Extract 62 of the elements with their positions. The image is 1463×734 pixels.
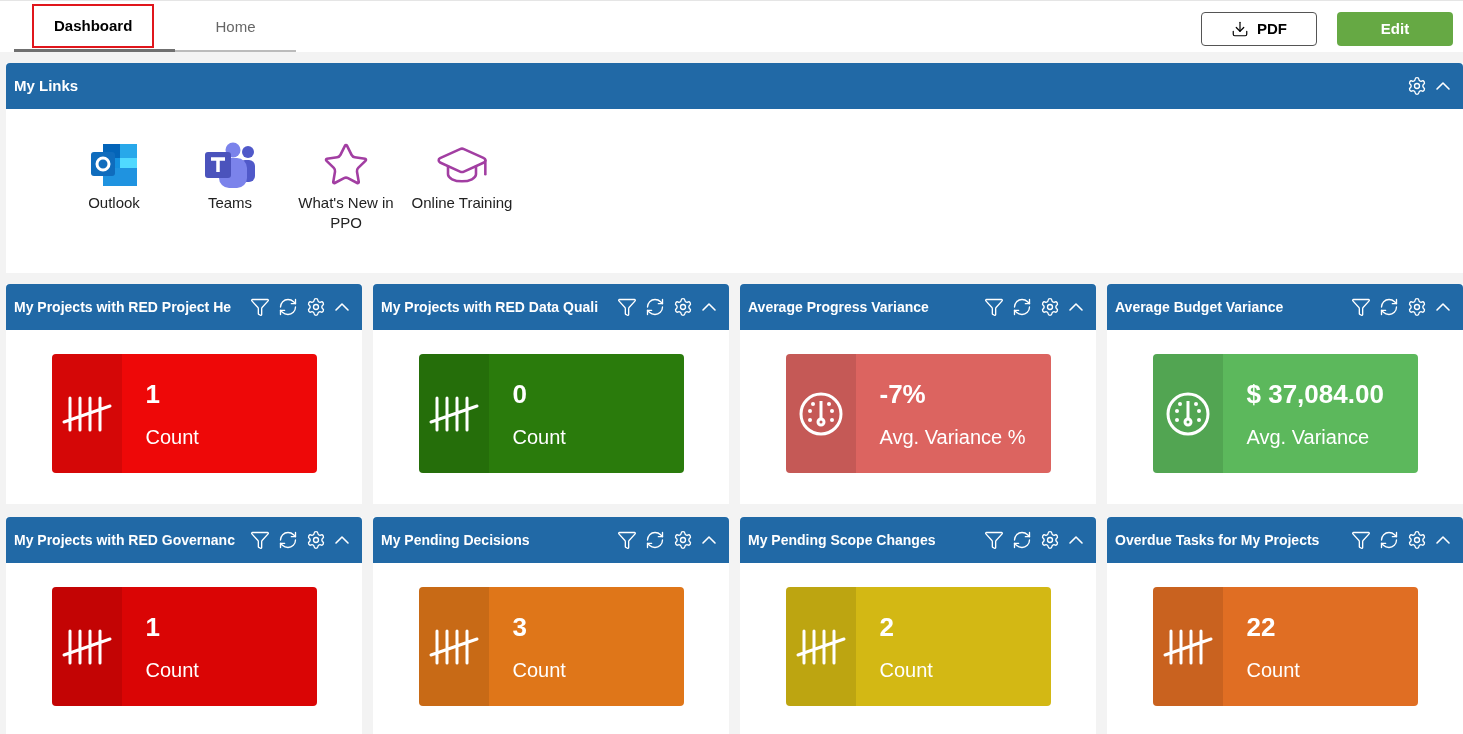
gauge-icon: [1164, 390, 1211, 437]
kpi-value: 0: [512, 380, 528, 407]
kpi-value: 1: [145, 613, 161, 640]
widget-title: My Projects with RED Data Quali: [381, 297, 599, 317]
filter-icon[interactable]: [250, 530, 270, 550]
kpi-caption: Count: [1246, 659, 1300, 680]
widget-title: Overdue Tasks for My Projects: [1115, 530, 1320, 550]
settings-icon[interactable]: [1407, 76, 1427, 96]
refresh-icon[interactable]: [1379, 297, 1399, 317]
link-tile[interactable]: Outlook: [56, 139, 172, 233]
filter-icon[interactable]: [1351, 530, 1371, 550]
filter-icon[interactable]: [617, 297, 637, 317]
settings-icon[interactable]: [1040, 297, 1060, 317]
kpi-caption: Count: [512, 659, 566, 680]
refresh-icon[interactable]: [278, 530, 298, 550]
kpi-caption: Avg. Variance: [1246, 426, 1371, 447]
link-tile[interactable]: Teams: [172, 139, 288, 233]
kpi-value: 3: [512, 613, 528, 640]
widget-title: Average Budget Variance: [1115, 297, 1284, 317]
refresh-icon[interactable]: [278, 297, 298, 317]
link-tile[interactable]: What's New in PPO: [288, 139, 404, 233]
download-icon: [1231, 20, 1249, 38]
link-tile[interactable]: Online Training: [404, 139, 520, 233]
refresh-icon[interactable]: [645, 530, 665, 550]
settings-icon[interactable]: [673, 530, 693, 550]
kpi-caption: Count: [879, 659, 933, 680]
tab[interactable]: Home: [215, 5, 256, 49]
widget-title: My Projects with RED Project He: [14, 297, 232, 317]
kpi-caption: Count: [512, 426, 566, 447]
filter-icon[interactable]: [617, 530, 637, 550]
kpi-caption: Count: [145, 659, 199, 680]
chat-app-icon: [203, 142, 257, 188]
filter-icon[interactable]: [250, 297, 270, 317]
widget-title: My Pending Decisions: [381, 530, 530, 550]
kpi-caption: Avg. Variance %: [879, 426, 1026, 447]
settings-icon[interactable]: [306, 297, 326, 317]
settings-icon[interactable]: [1407, 530, 1427, 550]
kpi-value: $ 37,084.00: [1246, 380, 1384, 407]
pdf-button[interactable]: PDF: [1201, 12, 1317, 46]
refresh-icon[interactable]: [1012, 297, 1032, 317]
gauge-icon: [797, 390, 844, 437]
widget-title: My Projects with RED Governanc: [14, 530, 235, 550]
widget-title: My Pending Scope Changes: [748, 530, 936, 550]
refresh-icon[interactable]: [1012, 530, 1032, 550]
kpi-value: 22: [1246, 613, 1277, 640]
filter-icon[interactable]: [984, 530, 1004, 550]
refresh-icon[interactable]: [645, 297, 665, 317]
settings-icon[interactable]: [1407, 297, 1427, 317]
mail-app-icon: [89, 142, 139, 188]
kpi-value: 1: [145, 380, 161, 407]
settings-icon[interactable]: [1040, 530, 1060, 550]
refresh-icon[interactable]: [1379, 530, 1399, 550]
panel-title: My Links: [14, 75, 80, 96]
kpi-value: -7%: [879, 380, 927, 407]
filter-icon[interactable]: [1351, 297, 1371, 317]
filter-icon[interactable]: [984, 297, 1004, 317]
tab[interactable]: Dashboard: [32, 4, 155, 48]
settings-icon[interactable]: [673, 297, 693, 317]
widget-title: Average Progress Variance: [748, 297, 929, 317]
settings-icon[interactable]: [306, 530, 326, 550]
kpi-caption: Count: [145, 426, 199, 447]
kpi-value: 2: [879, 613, 895, 640]
